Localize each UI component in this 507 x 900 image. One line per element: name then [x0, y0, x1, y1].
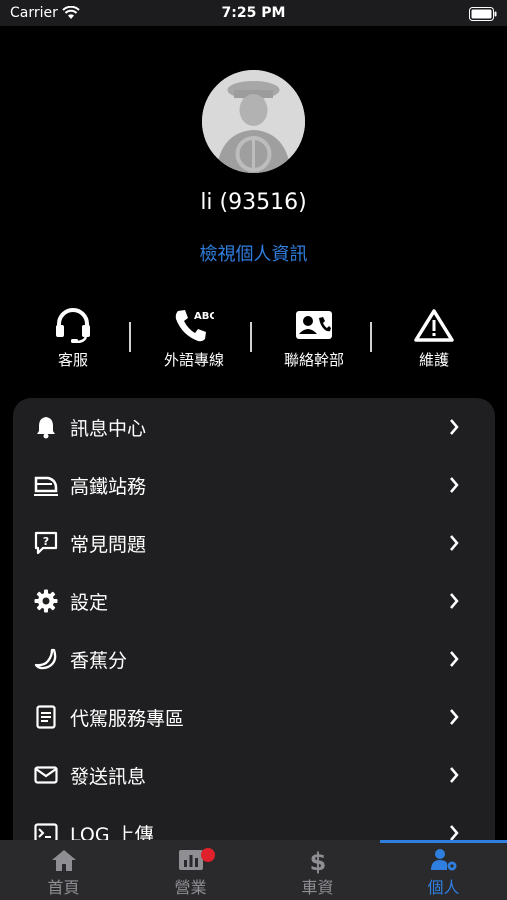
status-time: 7:25 PM [221, 5, 286, 21]
tab-personal[interactable]: 個人 [380, 840, 507, 900]
tab-label: 營業 [174, 878, 207, 897]
driver-avatar-icon [202, 70, 305, 173]
warning-icon [384, 305, 484, 345]
tab-fare[interactable]: $ 車資 [254, 840, 381, 900]
menu-item-label: 常見問題 [70, 534, 147, 556]
view-profile-link[interactable]: 檢視個人資訊 [0, 240, 507, 266]
phone-abc-icon: ABC [144, 305, 244, 345]
menu-item-label: 高鐵站務 [70, 476, 147, 498]
headset-icon [23, 305, 123, 345]
question-bubble-icon: ? [33, 530, 59, 556]
divider [129, 322, 131, 352]
menu-item-message-center[interactable]: 訊息中心 [13, 398, 495, 456]
divider [250, 322, 252, 352]
tab-label: 首頁 [47, 878, 80, 897]
notification-badge [201, 848, 215, 862]
chevron-right-icon [449, 766, 459, 788]
dollar-icon: $ [254, 840, 381, 874]
chevron-right-icon [449, 476, 459, 498]
quick-actions-bar: 客服 ABC 外語專線 聯絡幹部 維護 [0, 305, 507, 375]
divider [370, 322, 372, 352]
chevron-right-icon [449, 650, 459, 672]
menu-item-send-message[interactable]: 發送訊息 [13, 746, 495, 804]
user-name: li (93516) [200, 190, 307, 215]
bell-icon [33, 414, 59, 440]
menu-item-designated-driver[interactable]: 代駕服務專區 [13, 688, 495, 746]
contact-card-icon [264, 305, 364, 345]
tab-label: 車資 [301, 878, 334, 897]
menu-item-label: 代駕服務專區 [70, 708, 185, 730]
menu-item-faq[interactable]: ? 常見問題 [13, 514, 495, 572]
user-gear-icon [380, 840, 507, 874]
chevron-right-icon [449, 592, 459, 614]
tab-label: 個人 [427, 878, 460, 897]
maintenance-button[interactable]: 維護 [384, 305, 484, 375]
gear-icon [33, 588, 59, 614]
quick-action-label: 聯絡幹部 [283, 351, 344, 369]
svg-text:ABC: ABC [194, 311, 214, 322]
customer-service-button[interactable]: 客服 [23, 305, 123, 375]
envelope-icon [33, 762, 59, 788]
tab-business[interactable]: 營業 [127, 840, 254, 900]
tab-home[interactable]: 首頁 [0, 840, 127, 900]
train-icon [33, 472, 59, 498]
home-icon [0, 840, 127, 874]
quick-action-label: 維護 [418, 351, 449, 369]
foreign-language-line-button[interactable]: ABC 外語專線 [144, 305, 244, 375]
tab-bar: 首頁 營業 $ 車資 個人 [0, 840, 507, 900]
chevron-right-icon [449, 708, 459, 730]
svg-text:?: ? [43, 535, 49, 548]
menu-item-settings[interactable]: 設定 [13, 572, 495, 630]
svg-text:$: $ [309, 848, 326, 874]
chart-icon [127, 840, 254, 874]
battery-icon [469, 6, 497, 25]
avatar[interactable] [202, 70, 305, 173]
menu-item-label: 香蕉分 [70, 650, 128, 672]
status-bar: Carrier 7:25 PM [0, 0, 507, 26]
chevron-right-icon [449, 534, 459, 556]
banana-icon [33, 646, 59, 672]
contact-staff-button[interactable]: 聯絡幹部 [264, 305, 364, 375]
chevron-right-icon [449, 418, 459, 440]
quick-action-label: 外語專線 [163, 351, 224, 369]
quick-action-label: 客服 [57, 351, 88, 369]
menu-item-hsr-station[interactable]: 高鐵站務 [13, 456, 495, 514]
menu-item-label: 發送訊息 [70, 766, 147, 788]
menu-card: 訊息中心 高鐵站務 ? 常見問題 設定 香蕉分 代駕服務專區 發送訊息 LOG … [13, 398, 495, 858]
document-icon [33, 704, 59, 730]
menu-item-label: 訊息中心 [70, 418, 147, 440]
menu-item-label: 設定 [70, 592, 109, 614]
menu-item-banana-points[interactable]: 香蕉分 [13, 630, 495, 688]
